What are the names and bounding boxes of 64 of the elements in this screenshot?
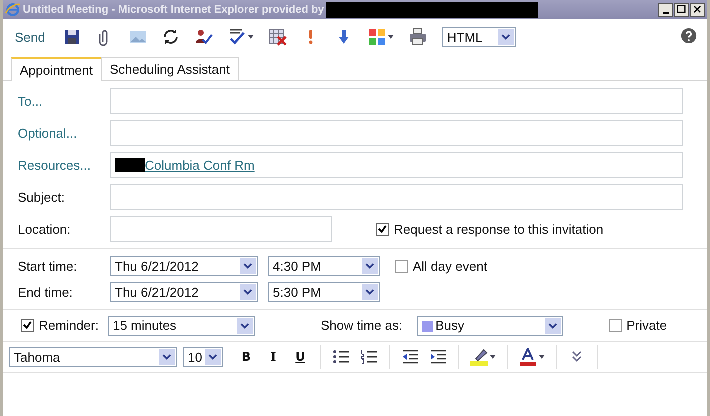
highlighter-icon[interactable]: [470, 348, 488, 366]
checkbox[interactable]: [376, 222, 389, 236]
window-title: Untitled Meeting - Microsoft Internet Explorer provided by: [23, 4, 324, 16]
underline-button[interactable]: U: [287, 350, 314, 364]
tab[interactable]: Appointment: [11, 57, 102, 81]
format-dropdown[interactable]: HTML: [442, 27, 516, 47]
field-link[interactable]: Resources...: [18, 158, 110, 172]
time-dropdown[interactable]: 5:30 PM: [268, 282, 380, 302]
maximize-button[interactable]: [674, 2, 689, 16]
color-grid-icon[interactable]: [368, 28, 386, 46]
status-dropdown[interactable]: Busy: [416, 316, 563, 336]
field-label: End time:: [18, 284, 74, 300]
calendar-cross-icon[interactable]: [269, 28, 288, 46]
caret-icon[interactable]: [539, 355, 545, 359]
field-label: Subject:: [18, 190, 66, 204]
printer-icon[interactable]: [409, 28, 428, 46]
checkbox-label: All day event: [413, 258, 488, 274]
field-label: Location:: [18, 222, 72, 236]
browser-icon: [5, 2, 21, 18]
field-label: Start time:: [18, 258, 78, 274]
person-check-icon[interactable]: [195, 28, 214, 46]
outdent-icon[interactable]: [401, 348, 419, 366]
redaction-bar: [115, 158, 145, 172]
checkbox-label: Private: [626, 318, 668, 333]
italic-button[interactable]: I: [260, 350, 287, 364]
checkbox[interactable]: [608, 319, 622, 332]
input-field[interactable]: Columbia Conf Rm: [110, 152, 683, 178]
input-field[interactable]: [110, 120, 683, 146]
minimize-icon: [662, 12, 668, 14]
resource-link[interactable]: Columbia Conf Rm: [145, 158, 255, 172]
checkbox-label: Request a response to this invitation: [394, 222, 604, 236]
font-color-icon[interactable]: [519, 348, 537, 366]
reminder-dropdown[interactable]: 15 minutes: [108, 316, 255, 336]
date-dropdown[interactable]: Thu 6/21/2012: [110, 282, 258, 302]
input-field[interactable]: [110, 184, 683, 210]
caret-icon[interactable]: [248, 35, 254, 39]
checkbox-label: Reminder:: [39, 318, 99, 333]
spell-check-icon[interactable]: [228, 28, 246, 46]
indent-icon[interactable]: [429, 348, 447, 366]
input-field[interactable]: [110, 88, 683, 114]
date-dropdown[interactable]: Thu 6/21/2012: [110, 256, 258, 276]
font-size-dropdown[interactable]: 10: [183, 347, 223, 367]
time-dropdown[interactable]: 4:30 PM: [268, 256, 380, 276]
minimize-button[interactable]: [658, 2, 673, 16]
help-icon[interactable]: [681, 28, 697, 44]
maximize-icon: [676, 4, 687, 15]
send-button[interactable]: Send: [15, 30, 46, 44]
close-icon: [692, 4, 703, 15]
floppy-icon[interactable]: [63, 28, 82, 46]
checkbox[interactable]: [395, 260, 408, 272]
refresh-icon[interactable]: [162, 28, 180, 46]
bullet-list-icon[interactable]: [332, 348, 350, 366]
tab[interactable]: Scheduling Assistant: [101, 57, 239, 80]
close-button[interactable]: [690, 2, 705, 16]
caret-icon[interactable]: [388, 35, 394, 39]
input-field[interactable]: [110, 216, 332, 242]
field-link[interactable]: Optional...: [18, 126, 110, 140]
checkbox[interactable]: [21, 319, 34, 332]
field-label: Show time as:: [320, 318, 403, 333]
caret-icon[interactable]: [490, 355, 496, 359]
numbered-list-icon[interactable]: [360, 348, 378, 366]
font-dropdown[interactable]: Tahoma: [9, 347, 177, 367]
field-link[interactable]: To...: [18, 94, 110, 108]
bold-button[interactable]: B: [233, 350, 260, 364]
